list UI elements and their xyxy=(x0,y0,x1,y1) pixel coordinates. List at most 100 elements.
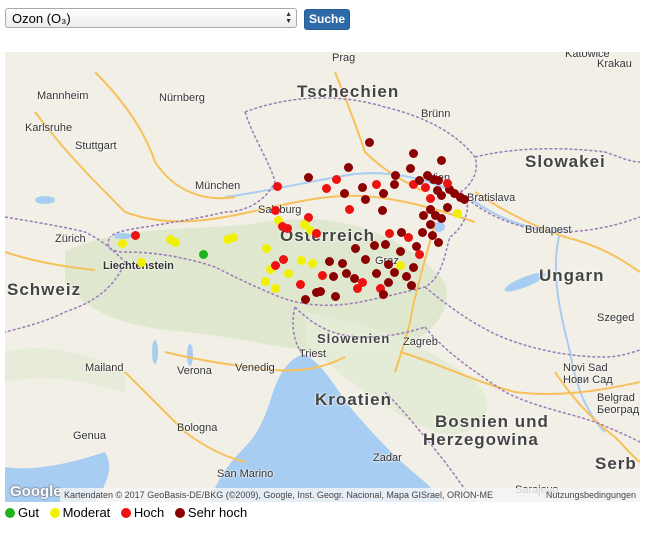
station-marker[interactable] xyxy=(358,278,367,287)
station-marker[interactable] xyxy=(406,164,415,173)
station-marker[interactable] xyxy=(271,284,280,293)
legend-dot-icon xyxy=(174,508,185,518)
pollutant-select[interactable]: Ozon (O₃) ▲ ▼ xyxy=(5,8,297,28)
city-label: Krakau xyxy=(597,58,632,70)
station-marker[interactable] xyxy=(384,278,393,287)
station-marker[interactable] xyxy=(312,229,321,238)
station-marker[interactable] xyxy=(340,189,349,198)
station-marker[interactable] xyxy=(351,244,360,253)
station-marker[interactable] xyxy=(437,191,446,200)
station-marker[interactable] xyxy=(378,206,387,215)
station-marker[interactable] xyxy=(271,261,280,270)
station-marker[interactable] xyxy=(358,183,367,192)
station-marker[interactable] xyxy=(301,295,310,304)
station-marker[interactable] xyxy=(396,261,405,270)
station-marker[interactable] xyxy=(437,156,446,165)
station-marker[interactable] xyxy=(350,274,359,283)
station-marker[interactable] xyxy=(345,205,354,214)
city-label: Karlsruhe xyxy=(25,122,73,134)
station-marker[interactable] xyxy=(379,189,388,198)
city-label: Bologna xyxy=(177,422,218,434)
country-label: Tschechien xyxy=(297,82,400,101)
city-label: Venedig xyxy=(235,362,275,374)
station-marker[interactable] xyxy=(434,176,443,185)
station-marker[interactable] xyxy=(361,195,370,204)
station-marker[interactable] xyxy=(296,280,305,289)
station-marker[interactable] xyxy=(381,240,390,249)
station-marker[interactable] xyxy=(434,238,443,247)
station-marker[interactable] xyxy=(418,228,427,237)
station-marker[interactable] xyxy=(437,214,446,223)
station-marker[interactable] xyxy=(407,281,416,290)
select-arrows-icon: ▲ ▼ xyxy=(285,11,292,25)
station-marker[interactable] xyxy=(415,250,424,259)
station-marker[interactable] xyxy=(297,256,306,265)
map-attribution: Kartendaten © 2017 GeoBasis-DE/BKG (©200… xyxy=(60,488,640,502)
station-marker[interactable] xyxy=(271,206,280,215)
station-marker[interactable] xyxy=(325,257,334,266)
station-marker[interactable] xyxy=(171,238,180,247)
country-label: Slowakei xyxy=(525,152,606,171)
station-marker[interactable] xyxy=(391,171,400,180)
attribution-text: Kartendaten © 2017 GeoBasis-DE/BKG (©200… xyxy=(64,490,493,500)
station-marker[interactable] xyxy=(229,233,238,242)
station-marker[interactable] xyxy=(118,239,127,248)
legend-label: Gut xyxy=(18,505,39,520)
terms-link[interactable]: Nutzungsbedingungen xyxy=(546,488,636,502)
station-marker[interactable] xyxy=(443,179,452,188)
station-marker[interactable] xyxy=(460,195,469,204)
station-marker[interactable] xyxy=(421,183,430,192)
station-marker[interactable] xyxy=(379,290,388,299)
legend-label: Hoch xyxy=(133,505,165,520)
station-marker[interactable] xyxy=(409,149,418,158)
city-label: Verona xyxy=(177,365,212,377)
city-label: Zürich xyxy=(55,233,86,245)
station-marker[interactable] xyxy=(372,180,381,189)
station-marker[interactable] xyxy=(365,138,374,147)
station-marker[interactable] xyxy=(262,244,271,253)
station-marker[interactable] xyxy=(199,250,208,259)
legend-item-sehr-hoch: Sehr hoch xyxy=(174,505,247,520)
station-marker[interactable] xyxy=(304,173,313,182)
station-marker[interactable] xyxy=(372,269,381,278)
country-label: Bosnien und xyxy=(435,412,549,431)
station-marker[interactable] xyxy=(308,259,317,268)
country-label: Österreich xyxy=(280,226,376,245)
station-marker[interactable] xyxy=(385,229,394,238)
station-marker[interactable] xyxy=(344,163,353,172)
station-marker[interactable] xyxy=(361,255,370,264)
station-marker[interactable] xyxy=(390,180,399,189)
station-marker[interactable] xyxy=(338,259,347,268)
station-marker[interactable] xyxy=(131,231,140,240)
station-marker[interactable] xyxy=(426,194,435,203)
station-marker[interactable] xyxy=(370,241,379,250)
station-marker[interactable] xyxy=(273,182,282,191)
station-marker[interactable] xyxy=(409,263,418,272)
station-marker[interactable] xyxy=(329,272,338,281)
station-marker[interactable] xyxy=(283,224,292,233)
google-logo: Google xyxy=(10,483,62,500)
station-marker[interactable] xyxy=(396,247,405,256)
city-label: Brünn xyxy=(421,108,451,120)
station-marker[interactable] xyxy=(279,255,288,264)
city-label: Zagreb xyxy=(403,336,438,348)
country-label: Serb xyxy=(595,454,637,473)
station-marker[interactable] xyxy=(322,184,331,193)
station-marker[interactable] xyxy=(443,203,452,212)
station-marker[interactable] xyxy=(397,228,406,237)
search-button[interactable]: Suche xyxy=(304,9,350,30)
station-marker[interactable] xyxy=(331,292,340,301)
station-marker[interactable] xyxy=(453,209,462,218)
station-marker[interactable] xyxy=(318,271,327,280)
station-marker[interactable] xyxy=(419,211,428,220)
station-marker[interactable] xyxy=(332,175,341,184)
station-marker[interactable] xyxy=(426,220,435,229)
city-label: Belgrad xyxy=(597,392,635,404)
station-marker[interactable] xyxy=(402,272,411,281)
station-marker[interactable] xyxy=(284,269,293,278)
map-canvas[interactable]: Tschechien Slowakei Österreich Ungarn Sc… xyxy=(5,52,640,502)
city-label: Nürnberg xyxy=(159,92,205,104)
station-marker[interactable] xyxy=(316,287,325,296)
station-marker[interactable] xyxy=(261,277,270,286)
station-marker[interactable] xyxy=(137,258,146,267)
